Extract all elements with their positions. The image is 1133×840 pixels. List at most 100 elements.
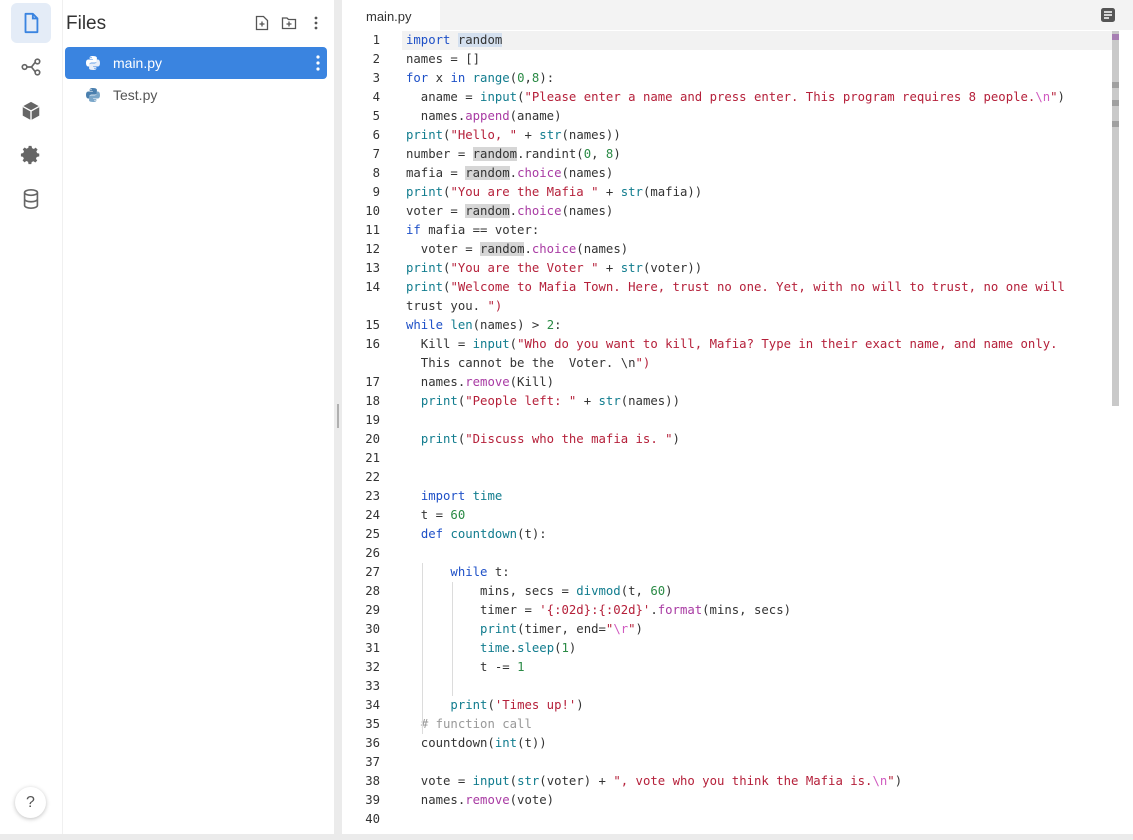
code-line: trust you. ") [406,299,503,313]
scrollbar-marker [1112,34,1119,40]
code-line: t -= 1 [406,660,525,674]
file-name: main.py [113,55,163,71]
code-line: for x in range(0,8): [406,71,555,85]
line-number: 4 [372,90,380,104]
code-line: # function call [420,717,532,731]
help-button[interactable]: ? [15,787,46,818]
database-icon [23,189,39,209]
code-line: import random [406,33,503,47]
packages-nav-button[interactable] [11,91,51,131]
code-line: print("You are the Voter " + str(voter)) [406,261,703,275]
line-number: 19 [365,413,380,427]
file-item-main[interactable]: main.py [65,47,327,79]
files-panel: Files main.py Test.py [62,0,334,834]
line-number: 30 [365,622,380,636]
files-actions [254,14,324,32]
line-number: 14 [365,280,380,294]
line-number: 28 [365,584,380,598]
line-number: 18 [365,394,380,408]
line-number: 6 [372,128,380,142]
code-line: aname = input("Please enter a name and p… [406,90,1065,104]
line-number: 8 [372,166,380,180]
activity-bar: ? [0,0,62,834]
code-line: print("Discuss who the mafia is. ") [420,432,680,446]
package-icon [22,101,40,121]
tab-bar: main.py [342,0,1133,30]
line-number: 10 [365,204,380,218]
settings-icon [20,145,40,165]
line-number: 21 [365,451,380,465]
code-line: print("People left: " + str(names)) [420,394,680,408]
line-number: 23 [365,489,380,503]
tab-main-py[interactable]: main.py [342,0,440,30]
line-number: 33 [365,679,380,693]
code-line: vote = input(str(voter) + ", vote who yo… [406,774,903,788]
line-number: 7 [372,147,380,161]
code-line: print("Welcome to Mafia Town. Here, trus… [406,280,1065,294]
line-number: 32 [365,660,380,674]
line-number: 35 [365,717,380,731]
line-number: 17 [365,375,380,389]
code-line: timer = '{:02d}:{:02d}'.format(mins, sec… [406,603,791,617]
scrollbar-marker [1112,100,1119,106]
code-line: def countdown(t): [420,527,547,541]
new-folder-icon[interactable] [281,14,297,32]
new-file-icon[interactable] [254,14,270,32]
settings-nav-button[interactable] [11,135,51,175]
line-number: 1 [372,33,380,47]
code-line: names.remove(Kill) [406,375,555,389]
code-line: print("You are the Mafia " + str(mafia)) [406,185,703,199]
files-nav-button[interactable] [11,3,51,43]
menu-icon[interactable] [1100,7,1116,23]
indent-guide [452,582,453,696]
python-icon [86,56,100,70]
more-icon[interactable] [308,14,324,32]
code-line: t = 60 [406,508,466,522]
line-number: 24 [365,508,380,522]
code-line: print(timer, end="\r") [480,622,643,636]
python-icon [86,88,100,102]
code-line: This cannot be the Voter. \n") [406,356,651,370]
more-icon[interactable] [315,54,321,72]
scrollbar-marker [1112,82,1119,88]
code-line: print('Times up!') [450,698,584,712]
line-number: 20 [365,432,380,446]
code-line: mins, secs = divmod(t, 60) [406,584,673,598]
code-line: time.sleep(1) [480,641,577,655]
code-editor: main.py 1 2 3 4 5 6 7 8 9 10 11 12 13 14 15 16 17 18 19 20 2… [342,0,1133,834]
line-number: 22 [365,470,380,484]
code-line: mafia = random.choice(names) [406,166,614,180]
line-number: 25 [365,527,380,541]
code-line: print("Hello, " + str(names)) [406,128,621,142]
line-number: 9 [372,185,380,199]
line-number: 26 [365,546,380,560]
line-number: 5 [372,109,380,123]
line-number: 40 [365,812,380,826]
database-nav-button[interactable] [11,179,51,219]
line-number: 38 [365,774,380,788]
indent-guide [422,563,423,734]
code-line: Kill = input("Who do you want to kill, M… [406,337,1058,351]
current-line-highlight [402,31,1112,50]
scrollbar-marker [1112,121,1119,127]
line-number: 34 [365,698,380,712]
file-icon [24,12,39,34]
code-line: if mafia == voter: [406,223,540,237]
code-line: voter = random.choice(names) [406,242,629,256]
line-number: 3 [372,71,380,85]
code-line: import time [420,489,503,503]
line-number: 11 [365,223,380,237]
code-area[interactable]: 1 2 3 4 5 6 7 8 9 10 11 12 13 14 15 16 17 18 19 20 21 22 23 24 2… [342,31,1112,834]
line-number: 12 [365,242,380,256]
line-number: 13 [365,261,380,275]
file-item-test[interactable]: Test.py [65,79,327,111]
line-number: 15 [365,318,380,332]
file-name: Test.py [113,87,158,103]
version-control-nav-button[interactable] [11,47,51,87]
line-number: 37 [365,755,380,769]
panel-resize-handle[interactable] [337,404,339,428]
code-line: countdown(int(t)) [406,736,547,750]
line-number: 31 [365,641,380,655]
code-line: while len(names) > 2: [406,318,562,332]
line-number: 39 [365,793,380,807]
